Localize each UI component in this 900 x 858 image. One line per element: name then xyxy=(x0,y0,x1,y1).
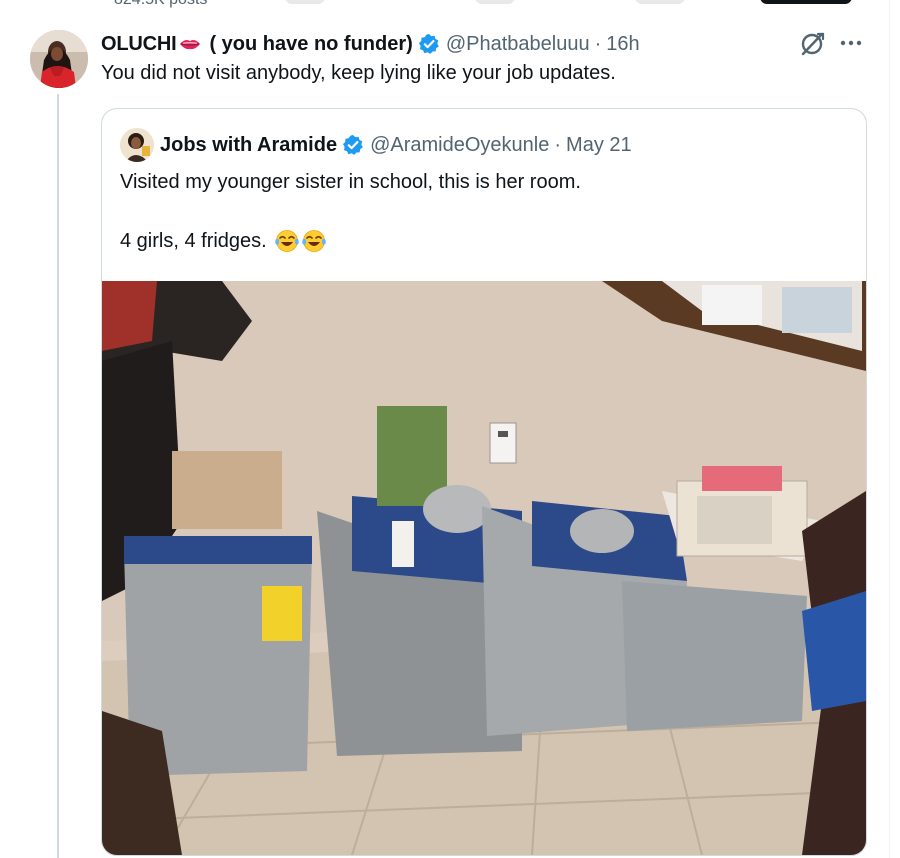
separator-dot: · xyxy=(594,32,602,55)
follow-button[interactable] xyxy=(760,0,852,4)
quote-header: Jobs with Aramide @AramideOyekunle · May… xyxy=(160,130,632,160)
tears-of-joy-emoji-icon xyxy=(275,229,299,253)
quoted-post[interactable]: Jobs with Aramide @AramideOyekunle · May… xyxy=(101,108,867,856)
previous-post-stats: 824.5K posts xyxy=(0,0,900,14)
action-pill[interactable] xyxy=(475,0,515,4)
quote-author-avatar[interactable] xyxy=(120,128,154,162)
separator-dot: · xyxy=(554,133,562,156)
post-text: You did not visit anybody, keep lying li… xyxy=(101,62,616,84)
column-border xyxy=(889,0,890,858)
verified-badge-icon xyxy=(418,33,440,55)
action-pill[interactable] xyxy=(635,0,685,4)
lips-icon xyxy=(179,33,201,56)
thread-line xyxy=(57,94,59,858)
author-avatar[interactable] xyxy=(30,30,88,88)
grok-icon[interactable] xyxy=(800,30,826,56)
post-time[interactable]: 16h xyxy=(606,33,639,56)
quote-date[interactable]: May 21 xyxy=(566,134,632,157)
post-header: OLUCHI ( you have no funder) @Phatbabelu… xyxy=(101,29,640,59)
quote-text-line2-label: 4 girls, 4 fridges. xyxy=(120,229,267,252)
quote-photo[interactable] xyxy=(102,281,866,855)
tears-of-joy-emoji-icon xyxy=(302,229,326,253)
quote-author-handle[interactable]: @AramideOyekunle xyxy=(370,134,549,157)
verified-badge-icon xyxy=(342,134,364,156)
author-name-suffix[interactable]: ( you have no funder) xyxy=(209,33,412,56)
author-name[interactable]: OLUCHI xyxy=(101,33,177,56)
posts-count: 824.5K posts xyxy=(114,0,207,9)
author-handle[interactable]: @Phatbabeluuu xyxy=(446,33,590,56)
quote-text-line1: Visited my younger sister in school, thi… xyxy=(120,171,581,193)
quote-author-name[interactable]: Jobs with Aramide xyxy=(160,134,337,157)
action-pill[interactable] xyxy=(285,0,325,4)
quote-text-line2: 4 girls, 4 fridges. xyxy=(120,229,326,253)
more-options-icon[interactable] xyxy=(838,30,864,56)
